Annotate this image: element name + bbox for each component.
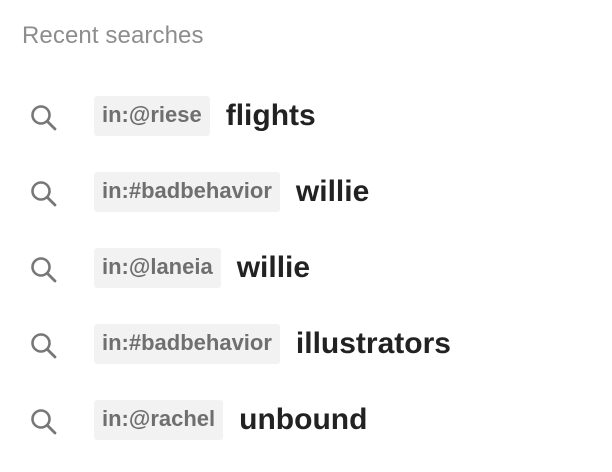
search-term: willie	[295, 175, 370, 208]
recent-search-item[interactable]: in:@laneia willie	[0, 240, 612, 296]
search-icon	[28, 406, 60, 438]
recent-search-item[interactable]: in:#badbehavior illustrators	[0, 316, 612, 372]
recent-search-item[interactable]: in:@riese flights	[0, 88, 612, 144]
recent-search-content: in:@laneia willie	[94, 240, 310, 296]
search-term: unbound	[239, 403, 368, 436]
channel-filter-chip: in:#badbehavior	[94, 172, 280, 212]
search-icon	[28, 254, 60, 286]
channel-filter-chip: in:#badbehavior	[94, 324, 280, 364]
search-term: willie	[236, 251, 311, 284]
recent-search-content: in:#badbehavior willie	[94, 164, 369, 220]
search-term: illustrators	[295, 327, 451, 360]
search-icon	[28, 178, 60, 210]
channel-filter-chip: in:@riese	[94, 96, 210, 136]
recent-search-content: in:@rachel unbound	[94, 392, 367, 448]
search-term: flights	[225, 99, 316, 132]
search-icon	[28, 330, 60, 362]
search-icon	[28, 102, 60, 134]
channel-filter-chip: in:@laneia	[94, 248, 221, 288]
recent-searches-heading: Recent searches	[22, 22, 204, 49]
recent-searches-panel: Recent searches in:@riese flights in:#ba…	[0, 0, 612, 472]
recent-search-content: in:#badbehavior illustrators	[94, 316, 451, 372]
recent-search-content: in:@riese flights	[94, 88, 316, 144]
channel-filter-chip: in:@rachel	[94, 400, 224, 440]
recent-search-item[interactable]: in:#badbehavior willie	[0, 164, 612, 220]
recent-search-item[interactable]: in:@rachel unbound	[0, 392, 612, 448]
